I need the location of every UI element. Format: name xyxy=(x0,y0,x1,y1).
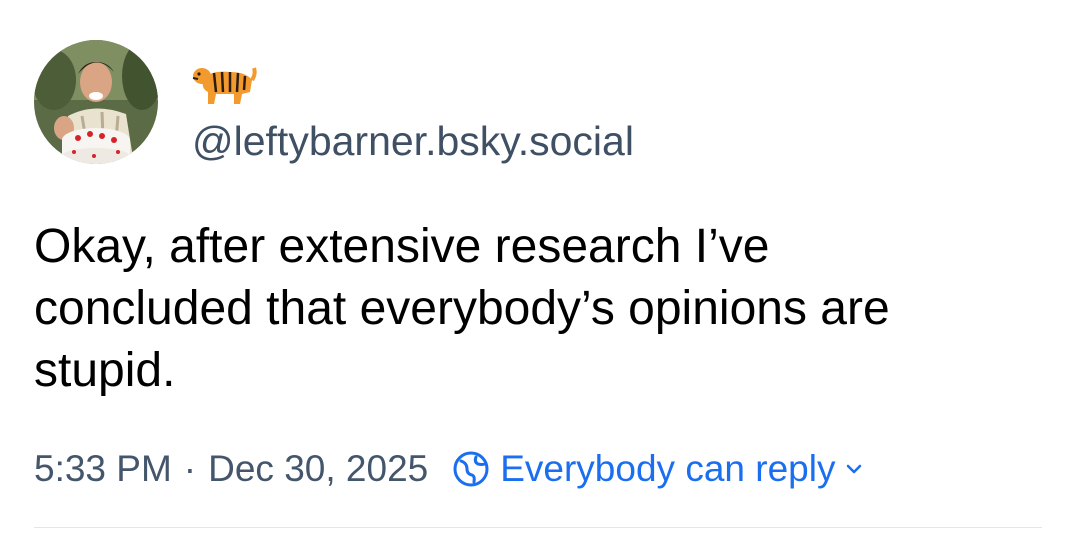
display-name-tiger-emoji xyxy=(190,58,260,108)
divider xyxy=(34,527,1042,528)
post-date: Dec 30, 2025 xyxy=(208,448,429,489)
meta-separator: · xyxy=(183,448,197,489)
avatar-photo-icon xyxy=(34,40,158,164)
chevron-down-icon xyxy=(847,464,862,474)
post-text: Okay, after extensive research I’ve conc… xyxy=(34,220,890,397)
tiger-icon xyxy=(192,67,257,104)
globe-icon xyxy=(453,451,489,487)
reply-settings-button[interactable]: Everybody can reply xyxy=(452,448,863,490)
post-time: 5:33 PM xyxy=(34,448,172,489)
user-handle[interactable]: @leftybarner.bsky.social xyxy=(192,116,634,166)
post-meta: 5:33 PM · Dec 30, 2025 Everybody can rep… xyxy=(34,444,863,494)
reply-settings-label: Everybody can reply xyxy=(500,448,836,489)
post-card: @leftybarner.bsky.social Okay, after ext… xyxy=(0,0,1092,559)
user-avatar[interactable] xyxy=(34,40,158,164)
